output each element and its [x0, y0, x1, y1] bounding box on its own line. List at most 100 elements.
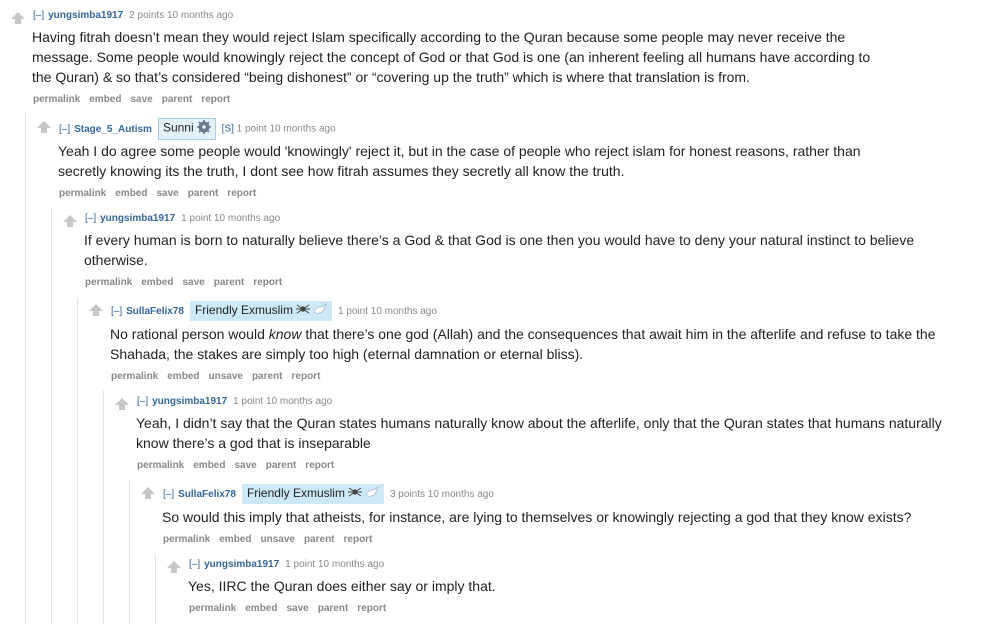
permalink-button[interactable]: permalink [137, 460, 184, 471]
author-link[interactable]: SullaFelix78 [126, 306, 184, 317]
author-link[interactable]: yungsimba1917 [100, 213, 175, 224]
permalink-button[interactable]: permalink [189, 603, 236, 614]
comment-tagline: [–] yungsimba1917 2 points 10 months ago [33, 9, 233, 23]
upvote-arrow-icon[interactable] [10, 11, 26, 25]
collapse-toggle[interactable]: [–] [111, 306, 122, 317]
thread-line-3 [77, 298, 78, 624]
flair-text: Friendly Exmuslim [246, 486, 345, 500]
author-link[interactable]: yungsimba1917 [152, 396, 227, 407]
comment-body: So would this imply that atheists, for i… [162, 509, 912, 525]
report-button[interactable]: report [201, 94, 230, 105]
thread-line-5 [129, 480, 130, 624]
author-link[interactable]: Stage_5_Autism [74, 124, 152, 135]
upvote-arrow-icon[interactable] [114, 397, 130, 411]
collapse-toggle[interactable]: [–] [85, 213, 96, 224]
permalink-button[interactable]: permalink [59, 188, 106, 199]
thread-line-4 [103, 390, 104, 624]
embed-button[interactable]: embed [89, 94, 121, 105]
score: 2 points [129, 10, 165, 21]
timestamp[interactable]: 10 months ago [269, 124, 335, 135]
score: 1 point [285, 559, 316, 570]
permalink-button[interactable]: permalink [85, 277, 132, 288]
collapse-toggle[interactable]: [–] [59, 124, 70, 135]
body-text: No rational person would [110, 326, 269, 342]
upvote-arrow-icon[interactable] [36, 120, 52, 134]
parent-button[interactable]: parent [304, 534, 335, 545]
score: 1 point [181, 213, 212, 224]
report-button[interactable]: report [292, 371, 321, 382]
comment-tagline: [–] Stage_5_Autism Sunni [S] 1 point 10 mon… [59, 118, 336, 140]
thread-line-1 [25, 113, 26, 624]
upvote-arrow-icon[interactable] [88, 303, 104, 317]
comment-body: Yeah, I didn’t say that the Quran states… [136, 415, 942, 451]
report-button[interactable]: report [227, 188, 256, 199]
comment-buttons: permalink embed save parent report [189, 602, 395, 616]
embed-button[interactable]: embed [167, 371, 199, 382]
permalink-button[interactable]: permalink [33, 94, 80, 105]
score: 3 points [389, 488, 425, 500]
flair-text: Friendly Exmuslim [194, 303, 293, 317]
embed-button[interactable]: embed [193, 460, 225, 471]
timestamp[interactable]: 10 months ago [371, 306, 437, 317]
comment-body: Yeah I do agree some people would 'knowi… [58, 143, 861, 179]
collapse-toggle[interactable]: [–] [33, 10, 44, 21]
parent-button[interactable]: parent [252, 371, 283, 382]
parent-button[interactable]: parent [214, 277, 245, 288]
comment-tagline: [–] SullaFelix78 Friendly Exmuslim 3 points… [163, 484, 494, 505]
flair-text: Sunni [162, 120, 194, 135]
thread-line-2 [51, 208, 52, 624]
score: 1 point [337, 305, 368, 317]
timestamp[interactable]: 10 months ago [428, 489, 494, 500]
submitter-badge[interactable]: [S] [222, 124, 234, 135]
timestamp[interactable]: 10 months ago [318, 559, 384, 570]
spider-icon [295, 303, 310, 318]
author-link[interactable]: yungsimba1917 [48, 10, 123, 21]
parent-button[interactable]: parent [162, 94, 193, 105]
comment-tagline: [–] yungsimba1917 1 point 10 months ago [85, 212, 280, 226]
user-flair: Friendly Exmuslim [189, 301, 332, 322]
collapse-toggle[interactable]: [–] [137, 396, 148, 407]
permalink-button[interactable]: permalink [163, 534, 210, 545]
comment-buttons: permalink embed unsave parent report [163, 533, 381, 547]
gear-emblem-icon [196, 120, 211, 137]
embed-button[interactable]: embed [245, 603, 277, 614]
timestamp[interactable]: 10 months ago [214, 213, 280, 224]
report-button[interactable]: report [357, 603, 386, 614]
parent-button[interactable]: parent [266, 460, 297, 471]
unsave-button[interactable]: unsave [208, 371, 242, 382]
upvote-arrow-icon[interactable] [166, 560, 182, 574]
collapse-toggle[interactable]: [–] [189, 559, 200, 570]
upvote-arrow-icon[interactable] [62, 214, 78, 228]
upvote-arrow-icon[interactable] [140, 486, 156, 500]
unsave-button[interactable]: unsave [260, 534, 294, 545]
comment-tagline: [–] SullaFelix78 Friendly Exmuslim 1 point … [111, 301, 437, 322]
save-button[interactable]: save [182, 277, 204, 288]
author-link[interactable]: SullaFelix78 [178, 489, 236, 500]
permalink-button[interactable]: permalink [111, 371, 158, 382]
comment-tagline: [–] yungsimba1917 1 point 10 months ago [137, 395, 332, 409]
thread-line-6 [155, 554, 156, 624]
report-button[interactable]: report [305, 460, 334, 471]
embed-button[interactable]: embed [115, 188, 147, 199]
dove-icon [313, 303, 327, 318]
embed-button[interactable]: embed [219, 534, 251, 545]
timestamp[interactable]: 10 months ago [167, 10, 233, 21]
save-button[interactable]: save [286, 603, 308, 614]
timestamp[interactable]: 10 months ago [266, 396, 332, 407]
body-emphasis: know [268, 326, 302, 342]
report-button[interactable]: report [253, 277, 282, 288]
save-button[interactable]: save [130, 94, 152, 105]
comment-body: Yes, IIRC the Quran does either say or i… [188, 578, 496, 594]
author-link[interactable]: yungsimba1917 [204, 559, 279, 570]
score: 1 point [233, 396, 264, 407]
collapse-toggle[interactable]: [–] [163, 489, 174, 500]
parent-button[interactable]: parent [188, 188, 219, 199]
parent-button[interactable]: parent [318, 603, 349, 614]
embed-button[interactable]: embed [141, 277, 173, 288]
report-button[interactable]: report [344, 534, 373, 545]
comment-buttons: permalink embed save parent report [59, 187, 265, 201]
save-button[interactable]: save [234, 460, 256, 471]
save-button[interactable]: save [156, 188, 178, 199]
comment-body: Having fitrah doesn’t mean they would re… [32, 29, 871, 85]
comment-tagline: [–] yungsimba1917 1 point 10 months ago [189, 558, 384, 572]
